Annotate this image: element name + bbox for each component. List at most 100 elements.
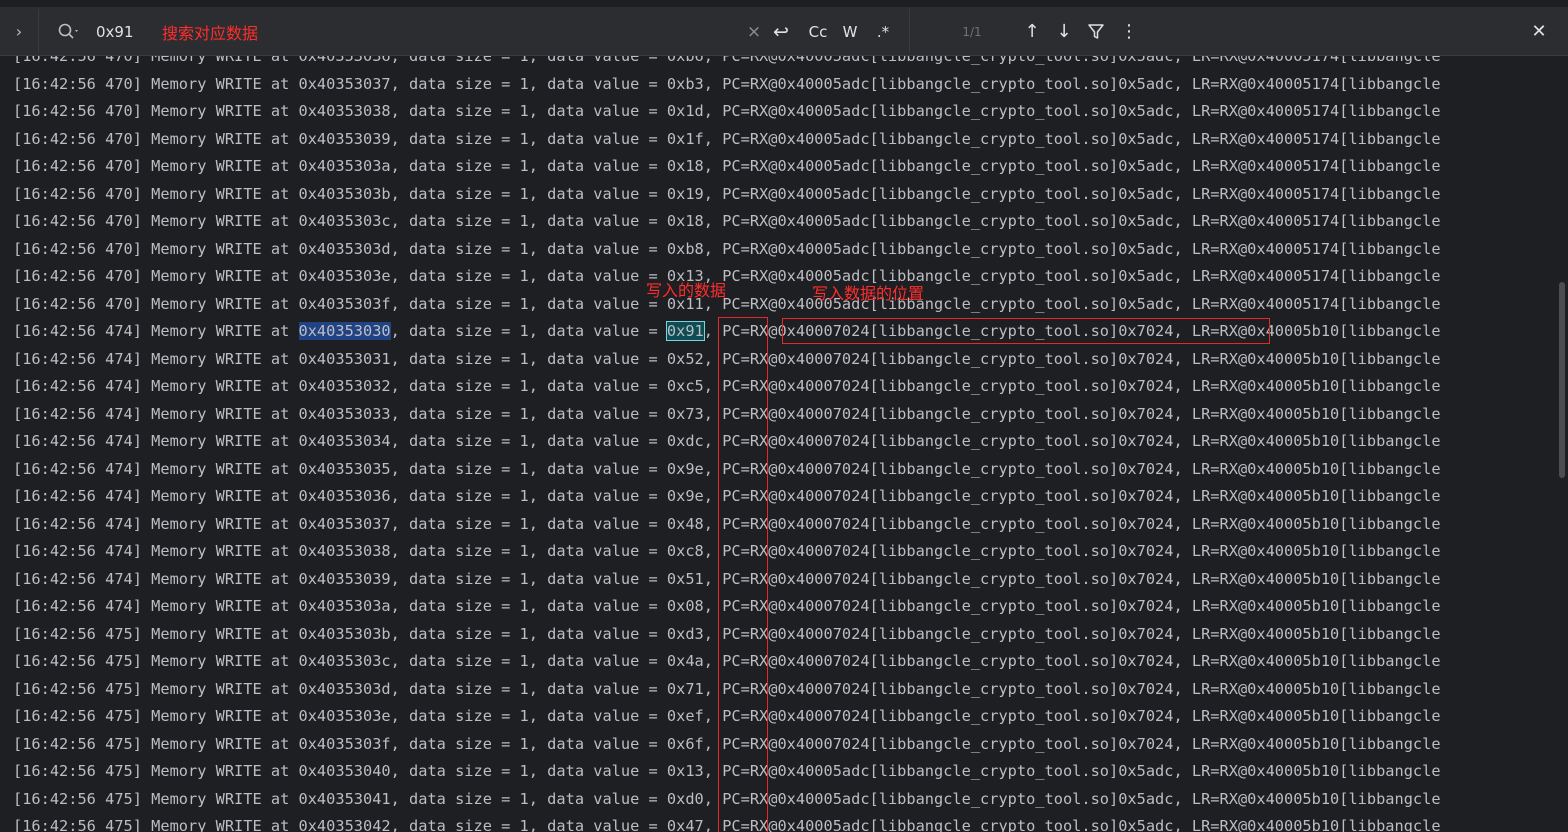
- memory-address: 0x40353032: [298, 377, 391, 395]
- log-line: [16:42:56 474] Memory WRITE at 0x4035303…: [13, 456, 1441, 484]
- memory-address: 0x40353039: [298, 129, 391, 148]
- close-search-button[interactable]: ✕: [1526, 19, 1552, 45]
- log-text: , data size = 1, data value =: [390, 597, 667, 615]
- log-text: [: [13, 377, 23, 395]
- new-line-icon[interactable]: ↩: [768, 19, 794, 45]
- pc-location: PC=RX@0x40005adc[libbangcle_crypto_tool.…: [722, 817, 1174, 832]
- log-text: ]: [132, 762, 152, 780]
- memory-address: 0x40353033: [298, 404, 391, 423]
- log-text: Memory WRITE at: [151, 514, 299, 533]
- log-text: [: [13, 679, 23, 698]
- memory-address: 0x40353031: [298, 349, 391, 368]
- expand-replace-button[interactable]: ›: [8, 21, 30, 43]
- more-options-button[interactable]: ⋮: [1118, 19, 1140, 45]
- vertical-scrollbar[interactable]: [1556, 56, 1568, 832]
- log-line: [16:42:56 470] Memory WRITE at 0x4035303…: [13, 56, 1441, 71]
- next-occurrence-button[interactable]: ↓: [1052, 19, 1076, 45]
- log-line: [16:42:56 475] Memory WRITE at 0x4035303…: [13, 731, 1441, 759]
- log-text: , data size = 1, data value =: [390, 624, 667, 643]
- log-viewer[interactable]: [16:42:56 470] Memory WRITE at 0x4035303…: [0, 56, 1556, 832]
- log-text: Memory WRITE at: [151, 377, 299, 395]
- log-text: ,: [1173, 514, 1192, 533]
- log-text: ]: [132, 734, 152, 753]
- memory-address: 0x4035303b: [298, 184, 391, 203]
- pc-location: PC=RX@0x40007024[libbangcle_crypto_tool.…: [722, 404, 1174, 423]
- log-text: ,: [703, 184, 723, 203]
- log-text: ]: [132, 129, 152, 148]
- clear-search-button[interactable]: ×: [744, 19, 764, 45]
- timestamp: 16:42:56 474: [22, 487, 133, 505]
- memory-address: 0x40353040: [298, 762, 391, 780]
- log-text: , data size = 1, data value =: [390, 817, 667, 832]
- log-text: , data size = 1, data value =: [390, 377, 667, 395]
- memory-address: 0x40353039: [298, 569, 391, 588]
- search-history-icon[interactable]: [56, 21, 82, 43]
- memory-address: 0x4035303e: [298, 267, 391, 285]
- log-line: [16:42:56 470] Memory WRITE at 0x4035303…: [13, 263, 1441, 291]
- timestamp: 16:42:56 474: [22, 404, 133, 423]
- data-written-annotation: 写入的数据: [646, 281, 727, 300]
- memory-address: 0x40353036: [298, 487, 391, 505]
- log-text: ,: [703, 349, 723, 368]
- log-text: [: [13, 294, 23, 313]
- log-text: [: [13, 239, 23, 258]
- log-line: [16:42:56 475] Memory WRITE at 0x4035304…: [13, 758, 1441, 786]
- log-text: ,: [703, 569, 723, 588]
- regex-button[interactable]: .*: [870, 19, 896, 45]
- pc-location: PC=RX@0x40007024[libbangcle_crypto_tool.…: [722, 542, 1174, 560]
- log-text: ,: [1173, 817, 1192, 832]
- log-text: , data size = 1, data value =: [390, 679, 667, 698]
- log-text: Memory WRITE at: [151, 129, 299, 148]
- data-value: 0x52: [666, 349, 704, 368]
- data-value: 0x08: [666, 597, 704, 615]
- log-line: [16:42:56 475] Memory WRITE at 0x4035304…: [13, 813, 1441, 832]
- log-text: Memory WRITE at: [151, 679, 299, 698]
- memory-address: 0x4035303a: [298, 157, 391, 175]
- match-case-button[interactable]: Cc: [804, 19, 832, 45]
- pc-location: PC=RX@0x40005adc[libbangcle_crypto_tool.…: [722, 789, 1174, 808]
- pc-location: PC=RX@0x40007024[libbangcle_crypto_tool.…: [722, 707, 1174, 725]
- memory-address: 0x40353042: [298, 817, 391, 832]
- log-text: , data size = 1, data value =: [390, 762, 667, 780]
- lr-location: LR=RX@0x40005174[libbangcle: [1191, 129, 1441, 148]
- log-text: , data size = 1, data value =: [390, 569, 667, 588]
- timestamp: 16:42:56 470: [22, 129, 133, 148]
- log-text: ,: [1173, 597, 1192, 615]
- scrollbar-thumb[interactable]: [1559, 282, 1565, 478]
- log-text: , data size = 1, data value =: [390, 56, 667, 65]
- timestamp: 16:42:56 470: [22, 212, 133, 230]
- log-text: ]: [132, 239, 152, 258]
- filter-icon[interactable]: [1084, 19, 1108, 45]
- previous-occurrence-button[interactable]: ↑: [1020, 19, 1044, 45]
- log-text: [: [13, 129, 23, 148]
- log-text: ,: [1173, 157, 1192, 175]
- lr-location: LR=RX@0x40005b10[libbangcle: [1191, 542, 1441, 560]
- lr-location: LR=RX@0x40005b10[libbangcle: [1191, 597, 1441, 615]
- pc-location: PC=RX@0x40005adc[libbangcle_crypto_tool.…: [722, 267, 1174, 285]
- data-value: 0xd3: [666, 624, 704, 643]
- memory-address: 0x4035303c: [298, 652, 391, 670]
- match-count: 1/1: [962, 25, 982, 39]
- log-text: Memory WRITE at: [151, 817, 299, 832]
- log-line: [16:42:56 470] Memory WRITE at 0x4035303…: [13, 291, 1441, 319]
- log-text: [: [13, 102, 23, 120]
- data-value: 0xef: [666, 707, 704, 725]
- timestamp: 16:42:56 474: [22, 514, 133, 533]
- log-text: ,: [1173, 294, 1192, 313]
- lr-location: LR=RX@0x40005b10[libbangcle: [1191, 679, 1441, 698]
- memory-address: 0x40353037: [298, 74, 391, 93]
- timestamp: 16:42:56 474: [22, 349, 133, 368]
- data-value: 0xb6: [666, 56, 704, 65]
- lr-location: LR=RX@0x40005174[libbangcle: [1191, 294, 1441, 313]
- log-text: ,: [1173, 102, 1192, 120]
- log-text: ,: [1173, 789, 1192, 808]
- log-line: [16:42:56 474] Memory WRITE at 0x4035303…: [13, 318, 1441, 346]
- pc-location: PC=RX@0x40007024[libbangcle_crypto_tool.…: [722, 377, 1174, 395]
- log-text: ]: [132, 817, 152, 832]
- data-value: 0x91: [665, 321, 705, 341]
- whole-words-button[interactable]: W: [838, 19, 862, 45]
- pc-location: PC=RX@0x40007024[libbangcle_crypto_tool.…: [722, 569, 1174, 588]
- log-text: , data size = 1, data value =: [390, 267, 667, 285]
- memory-address: 0x40353034: [298, 432, 391, 450]
- log-text: , data size = 1, data value =: [390, 652, 667, 670]
